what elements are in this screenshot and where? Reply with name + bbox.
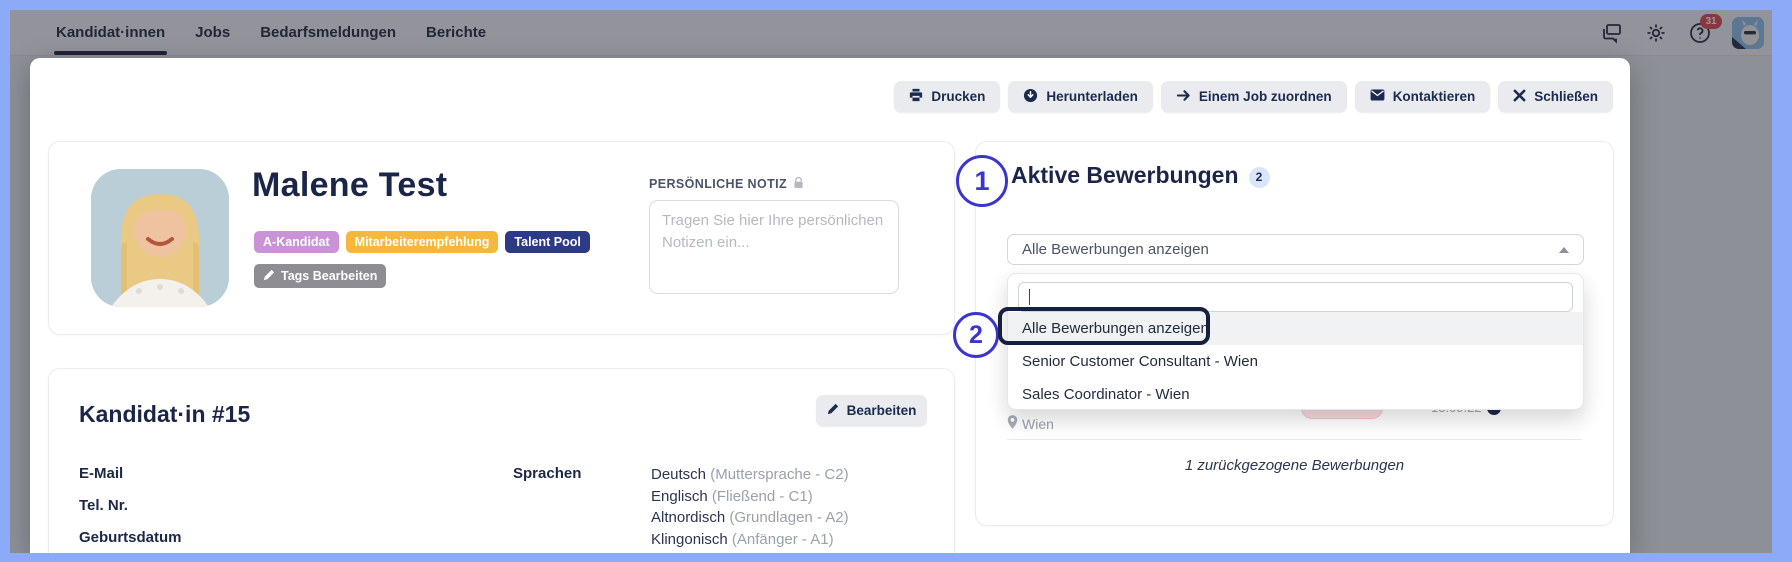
- candidate-photo: [91, 169, 229, 307]
- dropdown-option-senior-customer-consultant[interactable]: Senior Customer Consultant - Wien: [1008, 345, 1583, 378]
- label-text: PERSÖNLICHE NOTIZ: [649, 177, 787, 191]
- print-button[interactable]: Drucken: [894, 81, 1000, 112]
- language-item: Altnordisch (Grundlagen - A2): [651, 507, 849, 529]
- edit-details-button[interactable]: Bearbeiten: [816, 395, 927, 426]
- language-name: Englisch: [651, 488, 708, 505]
- button-label: Kontaktieren: [1393, 89, 1476, 104]
- active-applications-card: Aktive Bewerbungen 2 Alle Bewerbungen an…: [975, 141, 1614, 526]
- tag-mitarbeiterempfehlung[interactable]: Mitarbeiterempfehlung: [346, 231, 499, 253]
- contact-button[interactable]: Kontaktieren: [1355, 81, 1491, 112]
- applications-header: Aktive Bewerbungen 2: [1011, 162, 1270, 189]
- printer-icon: [909, 88, 923, 105]
- language-level: (Muttersprache - C2): [710, 466, 848, 483]
- languages-list: Deutsch (Muttersprache - C2) Englisch (F…: [651, 464, 849, 551]
- option-label: Alle Bewerbungen anzeigen: [1022, 320, 1209, 337]
- language-level: (Grundlagen - A2): [729, 509, 848, 526]
- option-label: Senior Customer Consultant - Wien: [1022, 353, 1258, 370]
- annotation-step-1: 1: [956, 155, 1008, 207]
- location-pin-icon: [1007, 415, 1018, 432]
- app-screen: Kandidat·innen Jobs Bedarfsmeldungen Ber…: [10, 10, 1772, 553]
- field-label-phone: Tel. Nr.: [79, 497, 128, 514]
- tag-a-kandidat[interactable]: A-Kandidat: [254, 231, 339, 253]
- applications-filter-dropdown: Alle Bewerbungen anzeigen Senior Custome…: [1007, 273, 1584, 410]
- close-button[interactable]: Schließen: [1498, 81, 1613, 112]
- close-icon: [1513, 89, 1526, 105]
- field-label-birthdate: Geburtsdatum: [79, 529, 182, 546]
- text-cursor: [1029, 289, 1030, 305]
- dropdown-search-input[interactable]: [1018, 282, 1573, 312]
- pencil-icon: [263, 269, 275, 284]
- personal-note-label: PERSÖNLICHE NOTIZ: [649, 176, 804, 192]
- candidate-details-card: Kandidat·in #15 Bearbeiten E-Mail Tel. N…: [48, 368, 955, 553]
- language-name: Klingonisch: [651, 531, 728, 548]
- arrow-right-icon: [1176, 88, 1191, 106]
- language-item: Englisch (Fließend - C1): [651, 486, 849, 508]
- applications-count-badge: 2: [1249, 167, 1270, 188]
- screenshot-frame: Kandidat·innen Jobs Bedarfsmeldungen Ber…: [0, 0, 1792, 562]
- tags-row: A-Kandidat Mitarbeiterempfehlung Talent …: [254, 231, 590, 253]
- caret-up-icon: [1559, 247, 1569, 253]
- candidate-name: Malene Test: [252, 166, 447, 205]
- language-item: Deutsch (Muttersprache - C2): [651, 464, 849, 486]
- button-label: Drucken: [931, 89, 985, 104]
- dropdown-search-wrap: [1018, 282, 1573, 312]
- language-level: (Fließend - C1): [712, 488, 813, 505]
- button-label: Herunterladen: [1046, 89, 1138, 104]
- button-label: Tags Bearbeiten: [281, 269, 377, 283]
- button-label: Bearbeiten: [847, 403, 917, 418]
- withdrawn-applications-note: 1 zurückgezogene Bewerbungen: [976, 457, 1613, 474]
- language-name: Deutsch: [651, 466, 706, 483]
- button-label: Einem Job zuordnen: [1199, 89, 1332, 104]
- field-label-email: E-Mail: [79, 465, 123, 482]
- download-icon: [1023, 88, 1038, 106]
- tag-talent-pool[interactable]: Talent Pool: [505, 231, 589, 253]
- option-label: Sales Coordinator - Wien: [1022, 386, 1190, 403]
- annotation-step-2: 2: [953, 312, 999, 358]
- divider: [1007, 439, 1582, 440]
- language-level: (Anfänger - A1): [732, 531, 834, 548]
- location-text: Wien: [1022, 416, 1054, 432]
- assign-job-button[interactable]: Einem Job zuordnen: [1161, 81, 1347, 112]
- applications-filter-select[interactable]: Alle Bewerbungen anzeigen: [1007, 234, 1584, 265]
- dropdown-option-sales-coordinator[interactable]: Sales Coordinator - Wien: [1008, 378, 1583, 410]
- applications-title: Aktive Bewerbungen: [1011, 162, 1239, 189]
- button-label: Schließen: [1534, 89, 1598, 104]
- select-value: Alle Bewerbungen anzeigen: [1022, 241, 1209, 258]
- profile-card: Malene Test A-Kandidat Mitarbeiterempfeh…: [48, 141, 955, 335]
- language-name: Altnordisch: [651, 509, 725, 526]
- details-title: Kandidat·in #15: [79, 401, 250, 428]
- pencil-icon: [827, 403, 839, 418]
- application-location: Wien: [1007, 415, 1054, 432]
- download-button[interactable]: Herunterladen: [1008, 81, 1153, 112]
- personal-note-input[interactable]: [649, 200, 899, 294]
- candidate-modal: Drucken Herunterladen: [30, 58, 1630, 553]
- modal-toolbar: Drucken Herunterladen: [894, 81, 1613, 112]
- languages-label: Sprachen: [513, 465, 581, 482]
- dropdown-option-all[interactable]: Alle Bewerbungen anzeigen: [1008, 312, 1583, 345]
- envelope-icon: [1370, 89, 1385, 104]
- lock-icon: [793, 176, 804, 192]
- language-item: Klingonisch (Anfänger - A1): [651, 529, 849, 551]
- edit-tags-button[interactable]: Tags Bearbeiten: [254, 264, 386, 288]
